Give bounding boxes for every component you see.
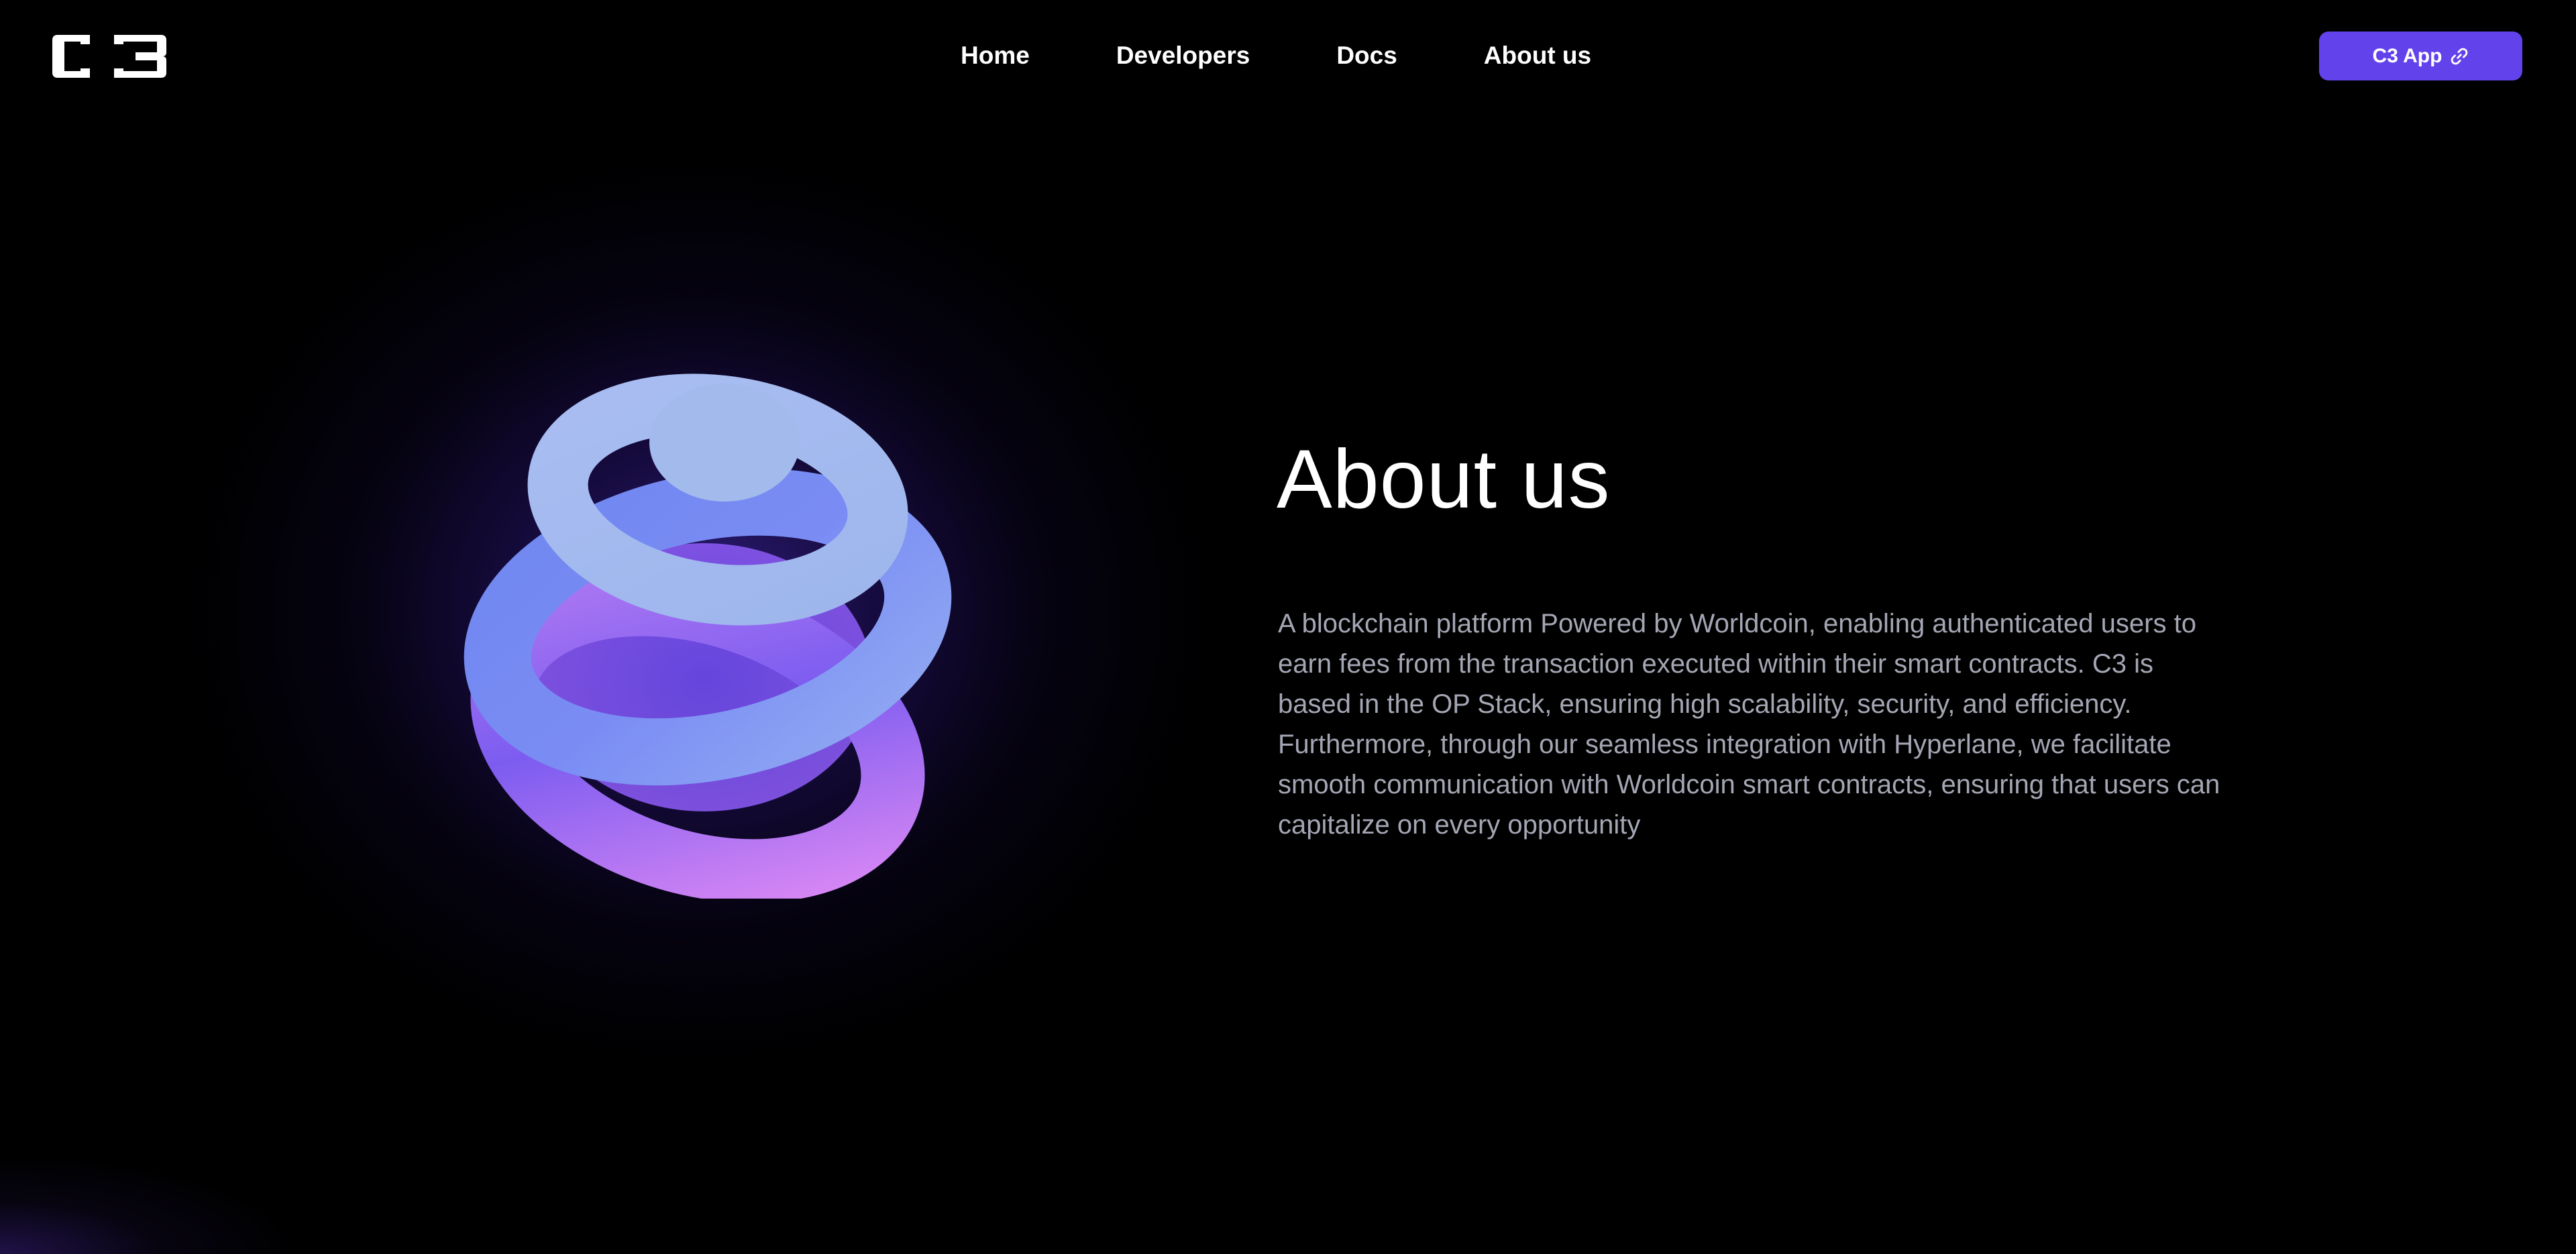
corner-glow — [0, 1160, 282, 1254]
c3-app-button-label: C3 App — [2372, 44, 2443, 67]
nav-docs[interactable]: Docs — [1336, 39, 1397, 72]
nav-developers[interactable]: Developers — [1116, 39, 1250, 72]
about-title: About us — [1277, 433, 1611, 526]
spiral-3d-graphic — [464, 374, 952, 899]
main-nav: Home Developers Docs About us — [961, 39, 1591, 72]
about-description: A blockchain platform Powered by Worldco… — [1278, 609, 2220, 840]
site-header: Home Developers Docs About us C3 App — [0, 0, 2576, 111]
c3-app-button[interactable]: C3 App — [2319, 32, 2522, 80]
nav-home[interactable]: Home — [961, 39, 1030, 72]
link-icon — [2451, 48, 2468, 64]
c3-logo[interactable] — [52, 35, 166, 78]
nav-about-us[interactable]: About us — [1484, 39, 1591, 72]
